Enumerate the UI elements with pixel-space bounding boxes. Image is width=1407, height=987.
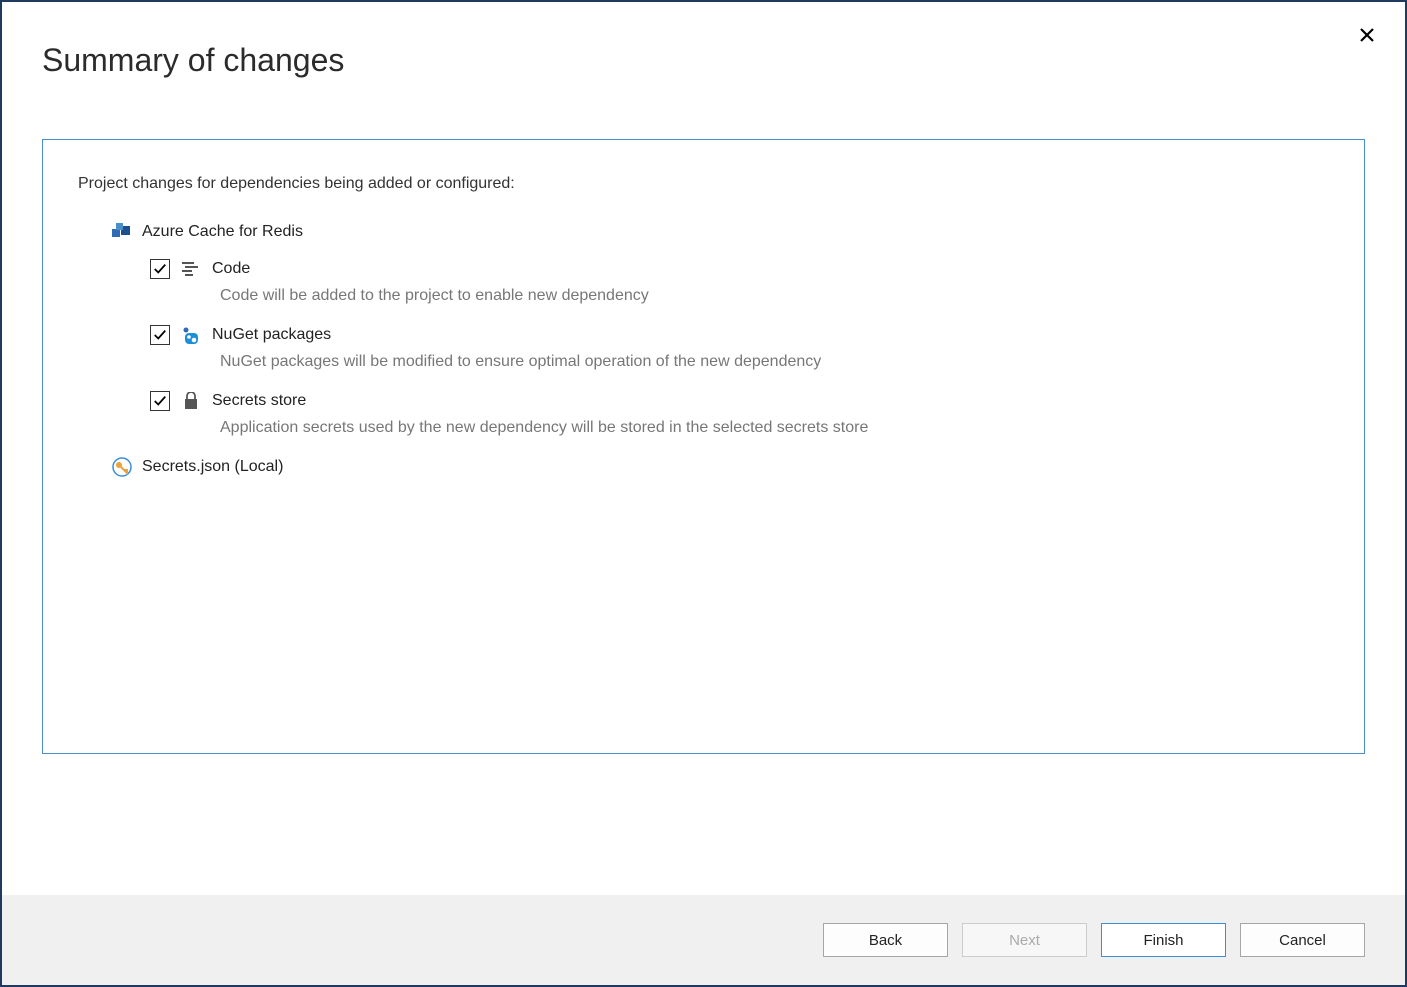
back-button[interactable]: Back	[823, 923, 948, 957]
summary-box: Project changes for dependencies being a…	[42, 139, 1365, 754]
finish-button[interactable]: Finish	[1101, 923, 1226, 957]
close-icon[interactable]	[1359, 26, 1375, 49]
provider-label: Azure Cache for Redis	[142, 223, 303, 241]
secrets-local-label: Secrets.json (Local)	[142, 458, 283, 476]
change-desc-secrets: Application secrets used by the new depe…	[220, 419, 1329, 437]
checkbox-secrets[interactable]	[150, 391, 170, 411]
key-icon	[112, 457, 132, 477]
change-item-code: Code Code will be added to the project t…	[150, 259, 1329, 305]
lock-icon	[182, 392, 200, 410]
nuget-icon	[182, 326, 200, 344]
footer: Back Next Finish Cancel	[2, 895, 1405, 985]
code-icon	[182, 260, 200, 278]
secrets-local-row: Secrets.json (Local)	[112, 457, 1329, 477]
change-item-nuget: NuGet packages NuGet packages will be mo…	[150, 325, 1329, 371]
change-title-nuget: NuGet packages	[212, 326, 331, 344]
cancel-button[interactable]: Cancel	[1240, 923, 1365, 957]
page-title: Summary of changes	[42, 42, 1365, 79]
change-item-secrets: Secrets store Application secrets used b…	[150, 391, 1329, 437]
checkbox-nuget[interactable]	[150, 325, 170, 345]
change-title-code: Code	[212, 260, 250, 278]
next-button: Next	[962, 923, 1087, 957]
intro-text: Project changes for dependencies being a…	[78, 175, 1329, 193]
change-desc-code: Code will be added to the project to ena…	[220, 287, 1329, 305]
change-title-secrets: Secrets store	[212, 392, 306, 410]
azure-redis-icon	[112, 223, 132, 241]
checkbox-code[interactable]	[150, 259, 170, 279]
change-desc-nuget: NuGet packages will be modified to ensur…	[220, 353, 1329, 371]
provider-row: Azure Cache for Redis	[112, 223, 1329, 241]
